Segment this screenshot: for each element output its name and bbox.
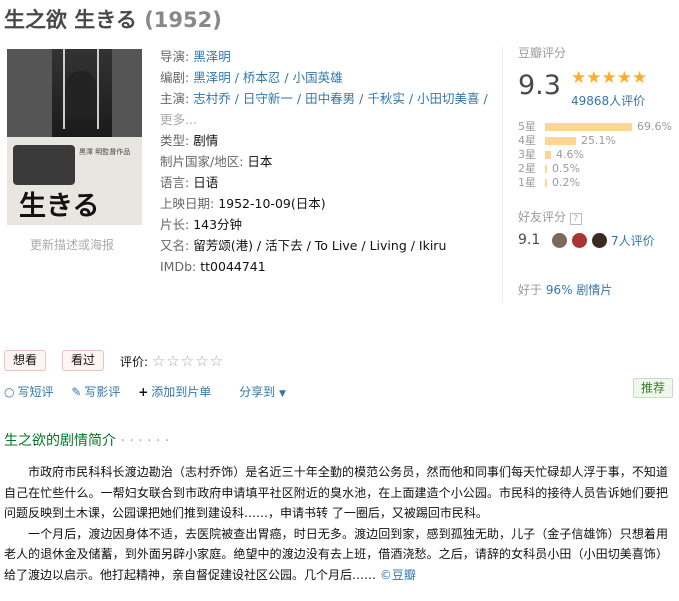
watched-button[interactable]: 看过: [62, 350, 105, 371]
rating-bar-percent: 0.2%: [552, 176, 580, 189]
better-than-link[interactable]: 96% 剧情片: [546, 283, 613, 297]
rating-bar: [545, 151, 551, 159]
rating-bar-percent: 25.1%: [581, 134, 616, 147]
plus-icon: +: [138, 385, 149, 399]
better-than: 好于 96% 剧情片: [518, 283, 613, 297]
rating-bar: [545, 179, 547, 187]
rating-bar-row: 3星 4.6%: [518, 148, 678, 162]
write-review-button[interactable]: ✎ 写影评: [71, 385, 120, 399]
imdb-value: tt0044741: [200, 259, 266, 274]
rating-bar-label: 5星: [518, 120, 536, 133]
rating-bar-row: 5星 69.6%: [518, 120, 678, 134]
divider: [502, 46, 503, 303]
movie-poster[interactable]: 黒澤 明監督作品 生きる: [7, 49, 142, 225]
release-row: 上映日期: 1952-10-09(日本): [160, 196, 326, 211]
avatar[interactable]: [571, 233, 587, 248]
cast-link[interactable]: 千秋实: [367, 91, 405, 106]
rating-bar-label: 3星: [518, 148, 536, 161]
director-row: 导演: 黑泽明: [160, 49, 231, 64]
action-bar: ○ 写短评 ✎ 写影评 + 添加到片单 分享到 ▼: [4, 383, 286, 400]
friend-avatars: [552, 233, 608, 251]
rating-bar-percent: 69.6%: [637, 120, 672, 133]
runtime-value: 143分钟: [193, 217, 243, 232]
rating-votes-link[interactable]: 49868人评价: [571, 92, 645, 109]
imdb-row: IMDb: tt0044741: [160, 259, 266, 274]
synopsis-text: 市政府市民科科长渡边勘治（志村乔饰）是名近三十年全勤的模范公务员，然而他和同事们…: [4, 462, 668, 586]
rating-bar-label: 2星: [518, 162, 536, 175]
language-row: 语言: 日语: [160, 175, 219, 190]
want-to-watch-button[interactable]: 想看: [4, 350, 47, 371]
movie-year: (1952): [144, 8, 222, 32]
avatar[interactable]: [591, 233, 607, 248]
avatar[interactable]: [552, 233, 567, 248]
synopsis-paragraph: 市政府市民科科长渡边勘治（志村乔饰）是名近三十年全勤的模范公务员，然而他和同事们…: [4, 465, 668, 521]
poster-subtitle: 黒澤 明監督作品: [79, 148, 131, 156]
cast-link[interactable]: 日守新一: [243, 91, 293, 106]
synopsis-paragraph: 一个月后，渡边因身体不适，去医院被查出胃癌，时日无多。渡边回到家，感到孤独无助，…: [4, 526, 668, 582]
friend-rating-title: 好友评分 ?: [518, 208, 582, 225]
cast-link[interactable]: 小田切美喜: [417, 91, 480, 106]
help-icon[interactable]: ?: [569, 213, 582, 225]
cast-link[interactable]: 志村乔: [193, 91, 231, 106]
cast-row: 主演: 志村乔 / 日守新一 / 田中春男 / 千秋实 / 小田切美喜 /: [160, 91, 488, 106]
rating-bar-label: 4星: [518, 134, 536, 147]
rating-distribution: 5星 69.6% 4星 25.1% 3星 4.6% 2星 0.5% 1星 0.2%: [518, 120, 678, 190]
poster-title-text: 生きる: [19, 191, 100, 222]
rating-bar-row: 4星 25.1%: [518, 134, 678, 148]
rating-bar-label: 1星: [518, 176, 536, 189]
rating-title: 豆瓣评分: [518, 46, 567, 60]
rating-bar-row: 1星 0.2%: [518, 176, 678, 190]
friend-count-link[interactable]: 7人评价: [611, 232, 655, 249]
my-rating: 评价: ☆☆☆☆☆: [120, 352, 225, 370]
runtime-row: 片长: 143分钟: [160, 217, 243, 232]
country-row: 制片国家/地区: 日本: [160, 154, 273, 169]
movie-info: 导演: 黑泽明 编剧: 黑泽明 / 桥本忍 / 小国英雄 主演: 志村乔 / 日…: [160, 46, 500, 277]
chevron-down-icon: ▼: [278, 389, 286, 399]
add-to-list-button[interactable]: + 添加到片单: [138, 385, 211, 399]
share-button[interactable]: 分享到 ▼: [239, 385, 286, 399]
aka-row: 又名: 留芳颂(港) / 活下去 / To Live / Living / Ik…: [160, 238, 447, 253]
director-link[interactable]: 黑泽明: [193, 49, 231, 64]
movie-title: 生之欲 生きる: [4, 8, 137, 32]
rating-bar: [545, 137, 576, 145]
bubble-icon: ○: [4, 385, 15, 399]
pen-icon: ✎: [71, 385, 82, 399]
rating-bar: [545, 165, 547, 173]
page-title: 生之欲 生きる (1952): [4, 4, 222, 34]
recommend-button[interactable]: 推荐: [633, 378, 674, 398]
cast-more-link[interactable]: 更多...: [160, 112, 197, 127]
writer-link[interactable]: 桥本忍: [243, 70, 281, 85]
aka-value: 留芳颂(港) / 活下去 / To Live / Living / Ikiru: [193, 238, 447, 253]
writer-link[interactable]: 小国英雄: [293, 70, 343, 85]
friend-score: 9.1: [518, 232, 541, 248]
rating-stars-icon: ★★★★★: [571, 68, 648, 88]
language-value: 日语: [193, 175, 219, 190]
rating-star-input[interactable]: ☆☆☆☆☆: [152, 352, 224, 370]
writer-row: 编剧: 黑泽明 / 桥本忍 / 小国英雄: [160, 70, 343, 85]
writer-link[interactable]: 黑泽明: [193, 70, 231, 85]
release-value: 1952-10-09(日本): [218, 196, 326, 211]
rating-bar-percent: 4.6%: [556, 148, 584, 161]
country-value: 日本: [247, 154, 273, 169]
rating-score: 9.3: [518, 70, 561, 101]
source-link[interactable]: ©豆瓣: [380, 568, 416, 582]
update-poster-link[interactable]: 更新描述或海报: [30, 236, 114, 253]
genre-row: 类型: 剧情: [160, 133, 219, 148]
write-short-review-button[interactable]: ○ 写短评: [4, 385, 54, 399]
rating-bar: [545, 123, 632, 131]
cast-more-row: 更多...: [160, 109, 500, 130]
synopsis-title: 生之欲的剧情简介 · · · · · ·: [4, 433, 170, 449]
genre-value: 剧情: [193, 133, 219, 148]
rating-bar-row: 2星 0.5%: [518, 162, 678, 176]
cast-link[interactable]: 田中春男: [305, 91, 355, 106]
rating-bar-percent: 0.5%: [552, 162, 580, 175]
